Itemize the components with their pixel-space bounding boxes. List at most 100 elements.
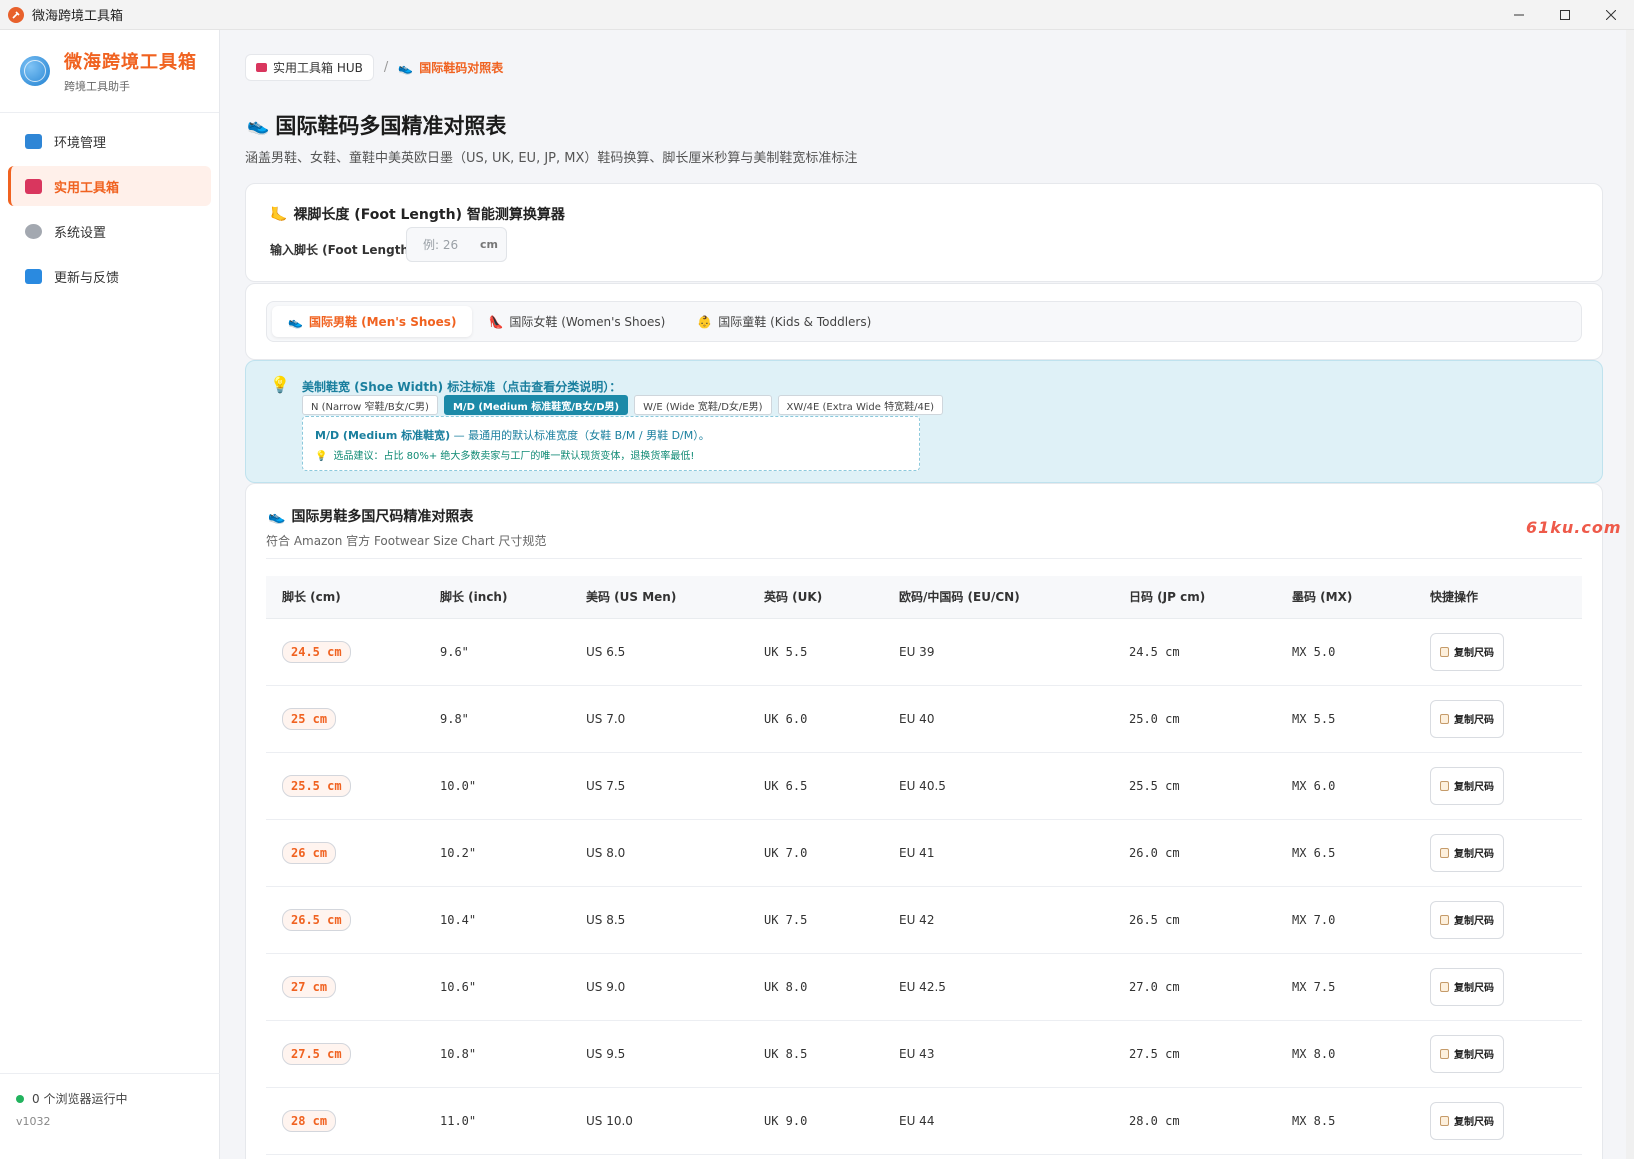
tab-label: 国际女鞋 (Women's Shoes) xyxy=(509,315,666,329)
table-cell: 27.5 cm xyxy=(1113,1020,1276,1088)
toolbox-icon xyxy=(256,63,267,72)
maximize-button[interactable] xyxy=(1542,0,1588,30)
sidebar: 微海跨境工具箱 跨境工具助手 环境管理 实用工具箱 系统设置 更新与反馈 0 个… xyxy=(0,30,220,1159)
foot-length-cell: 24.5 cm xyxy=(266,618,424,686)
clipboard-icon xyxy=(1440,1115,1449,1126)
globe-icon xyxy=(20,56,50,86)
tab-kids-shoes[interactable]: 👶 国际童鞋 (Kids & Toddlers) xyxy=(681,306,887,337)
table-cell: US 9.5 xyxy=(570,1020,748,1088)
breadcrumb-separator: / xyxy=(383,60,389,75)
width-tip: 💡 选品建议：占比 80%+ 绝大多数卖家与工厂的唯一默认现货变体，退换货率最低! xyxy=(315,447,907,462)
width-detail-name: M/D (Medium 标准鞋宽) xyxy=(315,429,451,442)
foot-length-badge: 26 cm xyxy=(282,841,337,864)
clipboard-icon xyxy=(1440,914,1449,925)
table-cell: US 9.0 xyxy=(570,953,748,1021)
gear-icon xyxy=(25,223,42,239)
table-cell: 28.0 cm xyxy=(1113,1087,1276,1155)
copy-size-label: 复制尺码 xyxy=(1454,983,1494,994)
table-row: 25 cm 9.8" US 7.0 UK 6.0 EU 40 25.0 cm MX 5.5 复… xyxy=(266,685,1582,753)
app-logo-icon xyxy=(8,6,24,23)
calculator-title: 🦶 裸脚长度 (Foot Length) 智能测算换算器 xyxy=(270,204,565,224)
column-header: 墨码 (MX) xyxy=(1276,576,1414,619)
refresh-icon xyxy=(25,268,42,284)
copy-size-button[interactable]: 复制尺码 xyxy=(1430,1101,1504,1140)
lightbulb-icon: 💡 xyxy=(270,375,290,394)
table-cell: 26.5 cm xyxy=(1113,886,1276,954)
shoe-width-info: 💡 美制鞋宽 (Shoe Width) 标注标准（点击查看分类说明）： N (N… xyxy=(245,360,1603,483)
copy-size-label: 复制尺码 xyxy=(1454,715,1494,726)
foot-length-cell: 26 cm xyxy=(266,819,424,887)
breadcrumb-hub-link[interactable]: 实用工具箱 HUB xyxy=(245,54,374,81)
copy-size-button[interactable]: 复制尺码 xyxy=(1430,900,1504,939)
width-option-wide[interactable]: W/E (Wide 宽鞋/D女/E男) xyxy=(634,395,772,415)
table-row: 27 cm 10.6" US 9.0 UK 8.0 EU 42.5 27.0 cm MX 7… xyxy=(266,953,1582,1021)
table-cell: EU 40 xyxy=(883,685,1113,753)
breadcrumb-hub-label: 实用工具箱 HUB xyxy=(273,61,363,75)
table-cell: UK 5.5 xyxy=(748,618,883,686)
width-option-narrow[interactable]: N (Narrow 窄鞋/B女/C男) xyxy=(302,395,438,415)
brand-subtitle: 跨境工具助手 xyxy=(64,80,130,93)
table-cell: MX 6.5 xyxy=(1276,819,1414,887)
table-cell: 9.8" xyxy=(424,685,570,753)
sidebar-item-label: 更新与反馈 xyxy=(54,270,120,286)
copy-size-button[interactable]: 复制尺码 xyxy=(1430,967,1504,1006)
table-cell: 10.0" xyxy=(424,752,570,820)
table-cell: US 6.5 xyxy=(570,618,748,686)
laptop-icon xyxy=(25,133,42,149)
width-info-title: 美制鞋宽 (Shoe Width) 标注标准（点击查看分类说明）： xyxy=(302,380,622,394)
foot-length-cell: 26.5 cm xyxy=(266,886,424,954)
sidebar-item-settings[interactable]: 系统设置 xyxy=(8,211,211,251)
table-row: 26.5 cm 10.4" US 8.5 UK 7.5 EU 42 26.5 cm MX 7… xyxy=(266,886,1582,954)
table-cell: US 10.0 xyxy=(570,1087,748,1155)
copy-size-label: 复制尺码 xyxy=(1454,1050,1494,1061)
table-cell: MX 6.0 xyxy=(1276,752,1414,820)
size-chart-title-text: 国际男鞋多国尺码精准对照表 xyxy=(291,509,474,525)
foot-length-calculator: 🦶 裸脚长度 (Foot Length) 智能测算换算器 输入脚长 (Foot L… xyxy=(245,183,1603,282)
table-cell: EU 41 xyxy=(883,819,1113,887)
copy-size-button[interactable]: 复制尺码 xyxy=(1430,699,1504,738)
sidebar-item-updates[interactable]: 更新与反馈 xyxy=(8,256,211,296)
column-header: 美码 (US Men) xyxy=(570,576,748,619)
main-content: 实用工具箱 HUB / 👟 国际鞋码对照表 👟 国际鞋码多国精准对照表 涵盖男鞋… xyxy=(221,30,1634,1159)
tab-label: 国际男鞋 (Men's Shoes) xyxy=(308,315,457,329)
tab-womens-shoes[interactable]: 👠 国际女鞋 (Women's Shoes) xyxy=(472,306,681,337)
shoe-icon: 👟 xyxy=(398,60,414,75)
copy-size-label: 复制尺码 xyxy=(1454,782,1494,793)
sidebar-item-label: 实用工具箱 xyxy=(54,180,120,196)
foot-length-badge: 26.5 cm xyxy=(282,908,351,931)
copy-size-label: 复制尺码 xyxy=(1454,916,1494,927)
table-row: 27.5 cm 10.8" US 9.5 UK 8.5 EU 43 27.5 cm MX 8… xyxy=(266,1020,1582,1088)
clipboard-icon xyxy=(1440,1048,1449,1059)
close-button[interactable] xyxy=(1588,0,1634,30)
shoe-icon: 👟 xyxy=(247,114,270,136)
column-header: 脚长 (cm) xyxy=(266,576,424,619)
minimize-button[interactable] xyxy=(1496,0,1542,30)
width-option-extra-wide[interactable]: XW/4E (Extra Wide 特宽鞋/4E) xyxy=(777,395,944,415)
page-title-text: 国际鞋码多国精准对照表 xyxy=(275,114,507,138)
table-cell: 24.5 cm xyxy=(1113,618,1276,686)
sidebar-item-label: 环境管理 xyxy=(54,135,107,151)
copy-size-label: 复制尺码 xyxy=(1454,1117,1494,1128)
action-cell: 复制尺码 xyxy=(1414,886,1582,954)
sidebar-item-toolbox[interactable]: 实用工具箱 xyxy=(8,166,211,206)
table-cell: MX 8.5 xyxy=(1276,1087,1414,1155)
copy-size-button[interactable]: 复制尺码 xyxy=(1430,833,1504,872)
copy-size-button[interactable]: 复制尺码 xyxy=(1430,1034,1504,1073)
table-cell: 27.0 cm xyxy=(1113,953,1276,1021)
clipboard-icon xyxy=(1440,646,1449,657)
table-row: 25.5 cm 10.0" US 7.5 UK 6.5 EU 40.5 25.5 cm MX… xyxy=(266,752,1582,820)
scrollbar[interactable] xyxy=(1626,30,1634,1159)
copy-size-button[interactable]: 复制尺码 xyxy=(1430,766,1504,805)
table-cell: UK 9.0 xyxy=(748,1087,883,1155)
clipboard-icon xyxy=(1440,713,1449,724)
table-cell: US 8.5 xyxy=(570,886,748,954)
foot-length-cell: 27 cm xyxy=(266,953,424,1021)
tab-mens-shoes[interactable]: 👟 国际男鞋 (Men's Shoes) xyxy=(272,306,473,337)
table-row: 28 cm 11.0" US 10.0 UK 9.0 EU 44 28.0 cm MX 8.… xyxy=(266,1087,1582,1155)
lightbulb-icon: 💡 xyxy=(315,451,328,462)
copy-size-button[interactable]: 复制尺码 xyxy=(1430,632,1504,671)
foot-length-input[interactable]: 例: 26 cm xyxy=(406,227,507,262)
shoe-icon: 👟 xyxy=(268,509,286,525)
width-option-medium[interactable]: M/D (Medium 标准鞋宽/B女/D男) xyxy=(443,395,629,415)
sidebar-item-environment[interactable]: 环境管理 xyxy=(8,121,211,161)
